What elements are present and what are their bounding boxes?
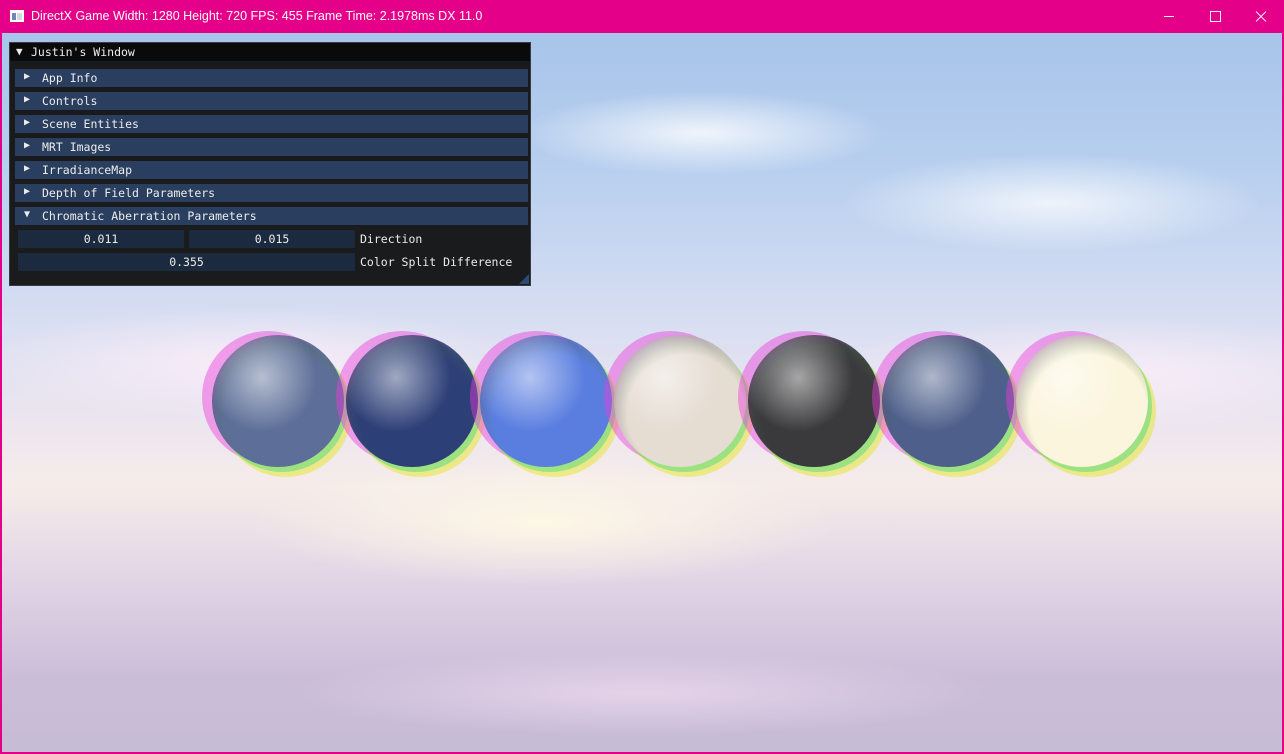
resize-grip[interactable] (519, 274, 529, 284)
sphere-metal (872, 331, 1022, 477)
section-controls[interactable]: ▶ Controls (15, 92, 528, 110)
sphere-body (748, 335, 880, 467)
section-mrt-images[interactable]: ▶ MRT Images (15, 138, 528, 156)
collapsed-arrow-icon: ▶ (24, 117, 31, 128)
section-label: MRT Images (42, 140, 112, 154)
imgui-window-title: Justin's Window (31, 45, 135, 59)
sphere-rust (738, 331, 888, 477)
maximize-button[interactable] (1192, 0, 1238, 33)
collapse-arrow-icon[interactable]: ▼ (16, 45, 23, 58)
section-label: Chromatic Aberration Parameters (42, 209, 257, 223)
color-split-input[interactable]: 0.355 (18, 253, 355, 271)
sphere-woven (202, 331, 352, 477)
sphere-blue (470, 331, 620, 477)
section-scene-entities[interactable]: ▶ Scene Entities (15, 115, 528, 133)
collapsed-arrow-icon: ▶ (24, 71, 31, 82)
sphere-body (1016, 335, 1148, 467)
section-label: Depth of Field Parameters (42, 186, 216, 200)
sphere-body (346, 335, 478, 467)
sphere-body (614, 335, 746, 467)
direction-y-input[interactable]: 0.015 (189, 230, 355, 248)
close-button[interactable] (1238, 0, 1284, 33)
collapsed-arrow-icon: ▶ (24, 140, 31, 151)
title-bar: DirectX Game Width: 1280 Height: 720 FPS… (0, 0, 1284, 33)
direction-label: Direction (360, 232, 423, 246)
justins-window[interactable]: ▼ Justin's Window ▶ App Info ▶ Controls … (9, 42, 531, 286)
window-title: DirectX Game Width: 1280 Height: 720 FPS… (31, 9, 483, 23)
sphere-body (480, 335, 612, 467)
section-label: Controls (42, 94, 98, 108)
section-chromatic-aberration[interactable]: ▼ Chromatic Aberration Parameters (15, 207, 528, 225)
collapsed-arrow-icon: ▶ (24, 163, 31, 174)
expanded-arrow-icon: ▼ (24, 209, 31, 220)
collapsed-arrow-icon: ▶ (24, 94, 31, 105)
section-app-info[interactable]: ▶ App Info (15, 69, 528, 87)
section-label: Scene Entities (42, 117, 139, 131)
sphere-white (1006, 331, 1156, 477)
section-depth-of-field[interactable]: ▶ Depth of Field Parameters (15, 184, 528, 202)
minimize-button[interactable] (1146, 0, 1192, 33)
section-label: App Info (42, 71, 98, 85)
section-irradiance-map[interactable]: ▶ IrradianceMap (15, 161, 528, 179)
direction-x-input[interactable]: 0.011 (18, 230, 184, 248)
sphere-body (882, 335, 1014, 467)
sphere-body (212, 335, 344, 467)
section-label: IrradianceMap (42, 163, 133, 177)
color-split-label: Color Split Difference (360, 255, 513, 269)
sphere-sparkle (336, 331, 486, 477)
collapsed-arrow-icon: ▶ (24, 186, 31, 197)
sphere-marble (604, 331, 754, 477)
app-window-icon (10, 10, 24, 22)
imgui-title-bar[interactable]: ▼ Justin's Window (10, 43, 530, 61)
